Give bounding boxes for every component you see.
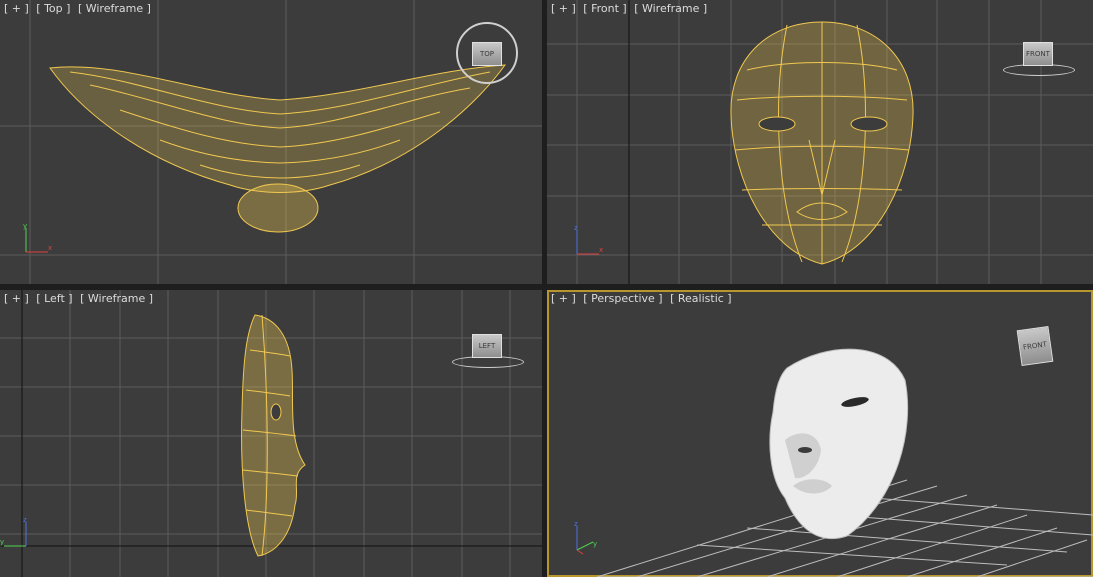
axis-x-label: x xyxy=(48,244,52,252)
axis-z-label: z xyxy=(574,520,578,528)
view-cube-icon[interactable]: TOP xyxy=(472,42,502,66)
axis-y-label: y xyxy=(23,222,27,230)
viewport-front[interactable]: [ + ] [ Front ] [ Wireframe ] FRONT z x xyxy=(547,0,1093,284)
viewport-plus-menu[interactable]: [ + ] xyxy=(4,2,29,15)
viewport-left[interactable]: [ + ] [ Left ] [ Wireframe ] LEFT z y xyxy=(0,290,542,577)
axis-y-label: y xyxy=(0,538,4,546)
viewport-name-menu[interactable]: [ Top ] xyxy=(36,2,70,15)
left-grid xyxy=(0,290,542,577)
mask-wireframe-front xyxy=(730,21,914,265)
viewport-name-menu[interactable]: [ Left ] xyxy=(36,292,72,305)
viewport-shading-menu[interactable]: [ Wireframe ] xyxy=(80,292,153,305)
axis-y-label: y xyxy=(593,540,597,548)
viewport-name-menu[interactable]: [ Front ] xyxy=(583,2,626,15)
front-grid xyxy=(547,0,1093,284)
mask-render-perspective xyxy=(769,348,909,540)
view-cube-icon[interactable]: FRONT xyxy=(1023,42,1053,66)
axis-z-label: z xyxy=(574,224,578,232)
viewport-plus-menu[interactable]: [ + ] xyxy=(551,2,576,15)
viewport-name-menu[interactable]: [ Perspective ] xyxy=(583,292,662,305)
axis-tripod-icon: z y xyxy=(574,520,597,555)
viewport-top[interactable]: [ + ] [ Top ] [ Wireframe ] TOP y x xyxy=(0,0,542,284)
viewport-shading-menu[interactable]: [ Realistic ] xyxy=(670,292,732,305)
viewport-plus-menu[interactable]: [ + ] xyxy=(4,292,29,305)
view-cube-icon[interactable]: FRONT xyxy=(1016,325,1054,367)
viewport-plus-menu[interactable]: [ + ] xyxy=(551,292,576,305)
view-cube-icon[interactable]: LEFT xyxy=(472,334,502,358)
viewport-perspective[interactable]: [ + ] [ Perspective ] [ Realistic ] FRON… xyxy=(547,290,1093,577)
mask-wireframe-left xyxy=(241,314,306,557)
axis-tripod-icon: z y xyxy=(0,516,27,547)
mask-wireframe-top xyxy=(49,64,507,233)
viewport-shading-menu[interactable]: [ Wireframe ] xyxy=(78,2,151,15)
viewport-shading-menu[interactable]: [ Wireframe ] xyxy=(634,2,707,15)
axis-tripod-icon: y x xyxy=(23,222,52,253)
axis-tripod-icon: z x xyxy=(574,224,603,255)
perspective-scene xyxy=(596,348,1093,577)
axis-x-label: x xyxy=(599,246,603,254)
axis-z-label: z xyxy=(23,516,27,524)
